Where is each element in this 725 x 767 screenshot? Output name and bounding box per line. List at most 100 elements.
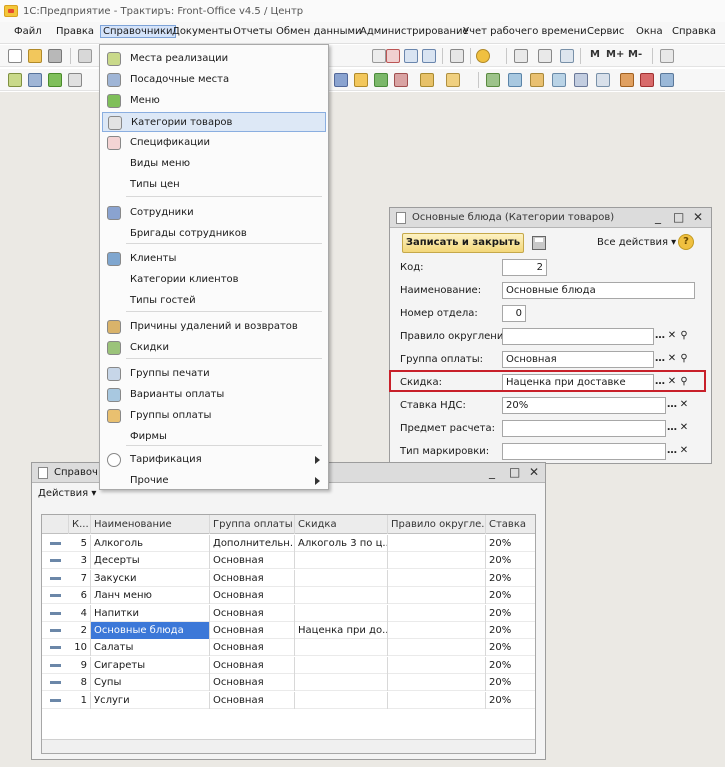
menu-work-time[interactable]: Учет рабочего времени bbox=[463, 26, 587, 37]
memory-m-button[interactable]: M bbox=[590, 49, 600, 60]
calendar-icon[interactable] bbox=[514, 49, 528, 63]
menu-data-exchange[interactable]: Обмен данными bbox=[276, 26, 362, 37]
table-row[interactable]: 1 Услуги Основная 20% bbox=[42, 691, 535, 709]
chart-icon[interactable] bbox=[660, 73, 674, 87]
dropdown-item[interactable]: Бригады сотрудников bbox=[102, 224, 326, 244]
clear-icon[interactable]: ✕ bbox=[678, 443, 690, 460]
select-button[interactable]: … bbox=[654, 328, 666, 345]
coins-icon[interactable] bbox=[446, 73, 460, 87]
settings-icon[interactable] bbox=[660, 49, 674, 63]
clear-icon[interactable]: ✕ bbox=[678, 420, 690, 437]
dropdown-item[interactable]: Группы печати bbox=[102, 364, 326, 384]
column-payment-group[interactable]: Группа оплаты bbox=[210, 515, 295, 534]
dropdown-item[interactable]: Варианты оплаты bbox=[102, 385, 326, 405]
groups-icon[interactable] bbox=[374, 73, 388, 87]
open-folder-icon[interactable] bbox=[28, 49, 42, 63]
horizontal-scrollbar[interactable] bbox=[42, 739, 535, 753]
help-button[interactable]: ? bbox=[678, 234, 694, 250]
menu-windows[interactable]: Окна bbox=[636, 26, 663, 37]
table-row[interactable]: 5 Алкоголь Дополнительн... Алкоголь 3 по ц.… bbox=[42, 535, 535, 552]
column-name[interactable]: Наименование bbox=[91, 515, 210, 534]
fork-knife-icon[interactable] bbox=[68, 73, 82, 87]
delete-reasons-icon[interactable] bbox=[394, 73, 408, 87]
table-row[interactable]: 8 Супы Основная 20% bbox=[42, 674, 535, 692]
dropdown-item[interactable]: Посадочные места bbox=[102, 70, 326, 90]
open-icon[interactable]: ⚲ bbox=[678, 351, 690, 368]
monitor-icon[interactable] bbox=[574, 73, 588, 87]
maximize-button[interactable]: □ bbox=[509, 465, 520, 479]
table-row[interactable]: 9 Сигареты Основная 20% bbox=[42, 656, 535, 674]
discounts-icon[interactable] bbox=[420, 73, 434, 87]
menu-help[interactable]: Справка bbox=[672, 26, 716, 37]
table-row[interactable]: 3 Десерты Основная 20% bbox=[42, 552, 535, 570]
memory-minus-button[interactable]: M- bbox=[628, 49, 642, 60]
save-icon[interactable] bbox=[532, 236, 546, 250]
table-row[interactable]: 4 Напитки Основная 20% bbox=[42, 604, 535, 622]
window-icon[interactable] bbox=[596, 73, 610, 87]
tv-icon[interactable] bbox=[640, 73, 654, 87]
search-forward-icon[interactable] bbox=[422, 49, 436, 63]
column-code[interactable]: К... bbox=[69, 515, 91, 534]
dropdown-item[interactable]: Типы цен bbox=[102, 175, 326, 195]
dropdown-item[interactable]: Виды меню bbox=[102, 154, 326, 174]
dropdown-item[interactable]: Категории товаров bbox=[102, 112, 326, 132]
dropdown-item[interactable]: Скидки bbox=[102, 338, 326, 358]
actions-menu[interactable]: Действия ▾ bbox=[38, 488, 96, 499]
close-button[interactable]: ✕ bbox=[529, 465, 539, 479]
column-rounding[interactable]: Правило округле... bbox=[388, 515, 486, 534]
clear-icon[interactable]: ✕ bbox=[666, 328, 678, 345]
menu-documents[interactable]: Документы bbox=[172, 26, 232, 37]
payment-variants-icon[interactable] bbox=[508, 73, 522, 87]
dropdown-item[interactable]: Спецификации bbox=[102, 133, 326, 153]
column-discount[interactable]: Скидка bbox=[295, 515, 388, 534]
box-icon[interactable] bbox=[354, 73, 368, 87]
clear-icon[interactable]: ✕ bbox=[678, 397, 690, 414]
department-input[interactable]: 0 bbox=[502, 305, 526, 322]
calculator-icon[interactable] bbox=[538, 49, 552, 63]
table-row[interactable]: 10 Салаты Основная 20% bbox=[42, 639, 535, 657]
rounding-input[interactable] bbox=[502, 328, 654, 345]
search-back-icon[interactable] bbox=[404, 49, 418, 63]
firms-icon[interactable] bbox=[552, 73, 566, 87]
save-and-close-button[interactable]: Записать и закрыть bbox=[402, 233, 524, 253]
select-button[interactable]: … bbox=[666, 420, 678, 437]
dropdown-item[interactable]: Тарификация bbox=[102, 450, 326, 470]
info-icon[interactable] bbox=[476, 49, 490, 63]
shield-icon[interactable] bbox=[620, 73, 634, 87]
minimize-button[interactable]: _ bbox=[489, 465, 495, 479]
all-actions-menu[interactable]: Все действия ▾ bbox=[597, 237, 676, 248]
select-button[interactable]: … bbox=[666, 397, 678, 414]
menu-references[interactable]: Справочники bbox=[100, 25, 176, 38]
new-document-icon[interactable] bbox=[8, 49, 22, 63]
employees-icon[interactable] bbox=[334, 73, 348, 87]
places-icon[interactable] bbox=[8, 73, 22, 87]
maximize-button[interactable]: □ bbox=[673, 210, 684, 224]
dropdown-item[interactable]: Клиенты bbox=[102, 249, 326, 269]
marking-input[interactable] bbox=[502, 443, 666, 460]
seats-icon[interactable] bbox=[28, 73, 42, 87]
clear-icon[interactable] bbox=[386, 49, 400, 63]
dropdown-item[interactable]: Сотрудники bbox=[102, 203, 326, 223]
cut-icon[interactable] bbox=[78, 49, 92, 63]
select-button[interactable]: … bbox=[654, 351, 666, 368]
menu-file[interactable]: Файл bbox=[14, 26, 42, 37]
name-input[interactable]: Основные блюда bbox=[502, 282, 695, 299]
payment-group-input[interactable]: Основная bbox=[502, 351, 654, 368]
menu-leaf-icon[interactable] bbox=[48, 73, 62, 87]
minimize-button[interactable]: _ bbox=[655, 210, 661, 224]
close-button[interactable]: ✕ bbox=[693, 210, 703, 224]
column-vat[interactable]: Ставка bbox=[486, 515, 535, 534]
dropdown-item[interactable]: Типы гостей bbox=[102, 291, 326, 311]
dropdown-item[interactable]: Причины удалений и возвратов bbox=[102, 317, 326, 337]
vat-input[interactable]: 20% bbox=[502, 397, 666, 414]
open-icon[interactable]: ⚲ bbox=[678, 328, 690, 345]
dropdown-item[interactable]: Прочие bbox=[102, 471, 326, 491]
dropdown-item[interactable]: Меню bbox=[102, 91, 326, 111]
select-button[interactable]: … bbox=[666, 443, 678, 460]
print-groups-icon[interactable] bbox=[486, 73, 500, 87]
menu-reports[interactable]: Отчеты bbox=[233, 26, 272, 37]
dropdown-item[interactable]: Фирмы bbox=[102, 427, 326, 447]
users-icon[interactable] bbox=[560, 49, 574, 63]
dropdown-item[interactable]: Группы оплаты bbox=[102, 406, 326, 426]
clear-icon[interactable]: ✕ bbox=[666, 351, 678, 368]
